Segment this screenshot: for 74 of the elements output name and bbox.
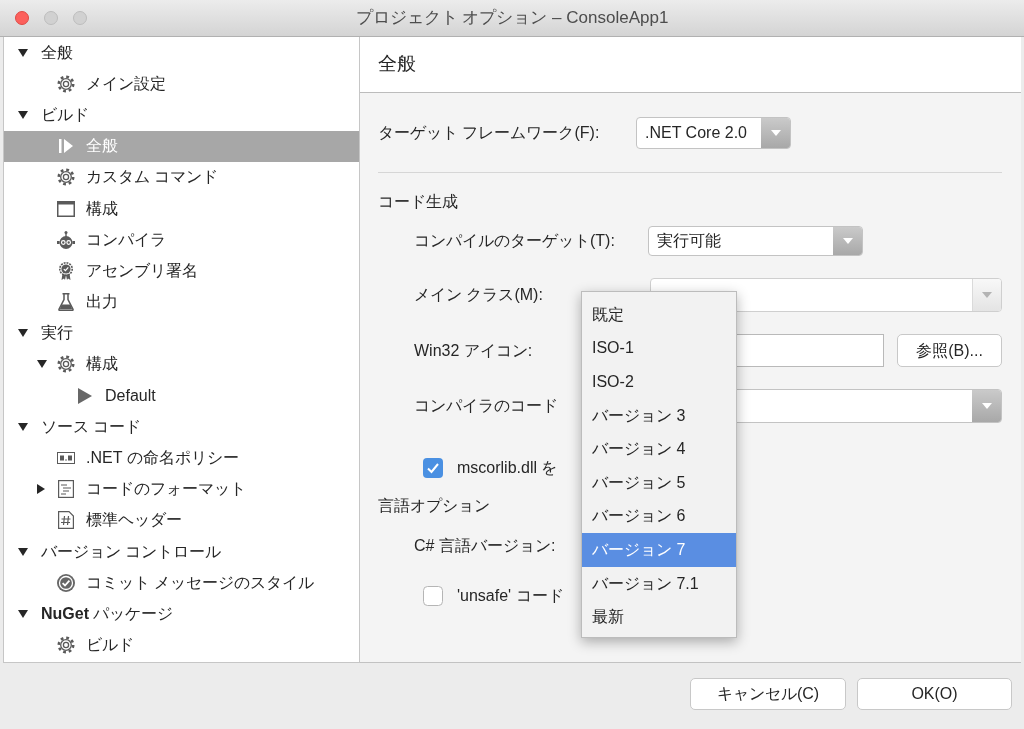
menu-item[interactable]: バージョン 7.1 (582, 566, 736, 601)
disclosure-triangle-icon[interactable] (37, 360, 47, 369)
panel-title: 全般 (378, 52, 416, 77)
disclosure-triangle-icon[interactable] (18, 422, 28, 431)
gear-icon (57, 355, 75, 374)
checkbox[interactable] (423, 457, 443, 478)
field-label: ターゲット フレームワーク(F): (378, 123, 600, 143)
gear-icon (57, 636, 75, 655)
menu-item[interactable]: 最新 (582, 600, 736, 634)
indented-lines-icon (58, 480, 74, 499)
tree-item[interactable]: バージョン コントロール (4, 536, 359, 568)
tree-item[interactable]: 出力 (4, 286, 359, 318)
cancel-button[interactable]: キャンセル(C) (690, 678, 846, 710)
ok-button[interactable]: OK(O) (857, 678, 1012, 710)
section-title: コード生成 (378, 192, 458, 212)
caret-icon (833, 227, 862, 255)
tree-item[interactable]: 全般 (4, 37, 359, 69)
checkbox[interactable] (423, 585, 443, 606)
tree-item[interactable]: コードのフォーマット (4, 473, 359, 505)
play-icon (78, 387, 92, 404)
checkbox-label: 'unsafe' コード (457, 585, 564, 606)
tree-item[interactable]: ソース コード (4, 411, 359, 443)
tree-item[interactable]: ビルド (4, 99, 359, 131)
disclosure-triangle-icon[interactable] (18, 609, 28, 618)
dropdown[interactable]: 実行可能 (648, 226, 863, 256)
disclosure-triangle-icon[interactable] (18, 329, 28, 338)
menu-item[interactable]: ISO-2 (582, 365, 736, 399)
menu-item[interactable]: バージョン 3 (582, 398, 736, 433)
hash-document-icon (58, 511, 74, 530)
caret-icon (972, 279, 1001, 311)
menu-item[interactable]: バージョン 4 (582, 432, 736, 466)
tree-item[interactable]: メイン設定 (4, 68, 359, 100)
text-box-icon (57, 452, 75, 465)
window-title: プロジェクト オプション – ConsoleApp1 (355, 7, 669, 30)
field-label: Win32 アイコン: (414, 340, 533, 361)
dropdown[interactable]: .NET Core 2.0 (636, 117, 791, 149)
tree-item[interactable]: 標準ヘッダー (4, 504, 359, 536)
caret-icon (972, 390, 1001, 422)
field-label: コンパイルのターゲット(T): (414, 231, 615, 251)
tree-item[interactable]: 構成 (4, 192, 359, 225)
disclosure-triangle-icon[interactable] (18, 547, 28, 556)
check-circle-icon (57, 573, 75, 592)
gear-icon (57, 74, 75, 93)
field-label: コンパイラのコード (414, 396, 558, 416)
disclosure-triangle-icon[interactable] (37, 484, 45, 495)
tree-item[interactable]: .NET の命名ポリシー (4, 442, 359, 474)
tree-item[interactable]: カスタム コマンド (4, 161, 359, 193)
menu-item[interactable]: バージョン 5 (582, 465, 736, 500)
caret-icon (761, 118, 790, 148)
field-label: C# 言語バージョン: (414, 536, 556, 556)
tree-item[interactable]: 構成 (4, 348, 359, 381)
tree-item[interactable]: ビルド (4, 629, 359, 661)
play-bar-icon (59, 139, 73, 154)
disclosure-triangle-icon[interactable] (18, 110, 28, 119)
menu-item[interactable]: ISO-1 (582, 331, 736, 366)
checkbox-label: mscorlib.dll を (457, 457, 558, 478)
section-title: 言語オプション (378, 496, 490, 516)
disclosure-triangle-icon[interactable] (18, 48, 28, 57)
close-icon[interactable] (15, 11, 29, 25)
tree-item[interactable]: NuGet パッケージ (4, 598, 359, 630)
window-icon (57, 200, 75, 217)
flask-icon (58, 293, 74, 312)
robot-icon (57, 230, 75, 249)
tree-item[interactable]: Default (4, 380, 359, 412)
tree-item[interactable]: コミット メッセージのスタイル (4, 567, 359, 599)
tree-item[interactable]: アセンブリ署名 (4, 255, 359, 287)
rosette-icon (58, 261, 74, 280)
gear-icon (57, 168, 75, 187)
menu-item[interactable]: バージョン 6 (582, 499, 736, 534)
tree-item[interactable]: コンパイラ (4, 224, 359, 256)
tree-item[interactable]: 実行 (4, 317, 359, 349)
field-label: メイン クラス(M): (414, 285, 543, 305)
menu-item[interactable]: 既定 (582, 298, 736, 332)
browse-button[interactable]: 参照(B)... (897, 334, 1002, 367)
